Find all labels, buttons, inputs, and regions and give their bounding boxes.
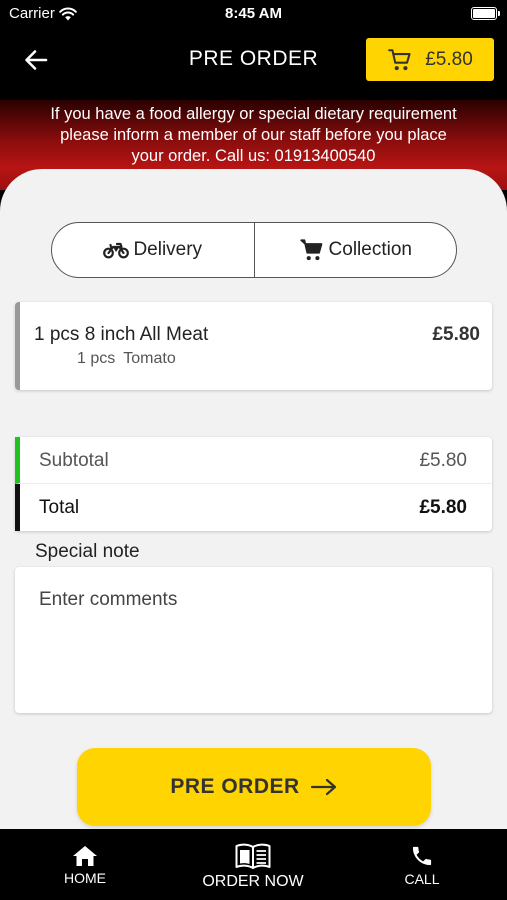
header: PRE ORDER £5.80 (0, 28, 507, 94)
menu-book-icon (235, 843, 271, 869)
cart-button[interactable]: £5.80 (366, 38, 494, 81)
main-content: Delivery Collection 1 pcs 8 inch All Mea… (0, 169, 507, 829)
cart-icon (299, 239, 322, 261)
bottom-tab-bar: HOME ORDER NOW CALL (0, 829, 507, 900)
arrow-left-icon (25, 50, 48, 70)
total-label: Total (39, 497, 80, 518)
allergy-line-1: If you have a food allergy or special di… (50, 105, 457, 123)
total-row: Total £5.80 (15, 484, 492, 531)
home-icon (73, 846, 97, 866)
order-item-extra-name: Tomato (123, 350, 176, 367)
tab-call-label: CALL (404, 871, 440, 887)
fulfillment-toggle: Delivery Collection (51, 222, 457, 278)
allergy-line-3: your order. Call us: 01913400540 (131, 147, 376, 165)
comments-input[interactable] (15, 567, 492, 713)
delivery-option[interactable]: Delivery (52, 223, 254, 277)
battery-icon (471, 7, 500, 20)
subtotal-row: Subtotal £5.80 (15, 437, 492, 484)
tab-home[interactable]: HOME (50, 829, 120, 900)
motorbike-icon (103, 242, 130, 259)
collection-option[interactable]: Collection (253, 223, 457, 277)
tab-order-now[interactable]: ORDER NOW (188, 829, 318, 900)
total-value: £5.80 (419, 497, 467, 518)
arrow-right-icon (310, 778, 336, 796)
pre-order-button[interactable]: PRE ORDER (77, 748, 431, 826)
special-note-box (15, 567, 492, 713)
order-item-card[interactable]: 1 pcs 8 inch All Meat £5.80 1 pcs Tomato (15, 302, 492, 390)
tab-home-label: HOME (64, 870, 106, 886)
subtotal-value: £5.80 (419, 450, 467, 471)
back-button[interactable] (20, 44, 52, 76)
cart-icon (388, 48, 411, 70)
order-item-price: £5.80 (432, 324, 480, 345)
allergy-line-2: please inform a member of our staff befo… (60, 126, 447, 144)
tab-order-now-label: ORDER NOW (202, 873, 304, 890)
cart-total: £5.80 (425, 48, 473, 70)
collection-label: Collection (328, 239, 412, 260)
order-item-name: 1 pcs 8 inch All Meat (34, 324, 209, 345)
status-time: 8:45 AM (225, 5, 282, 22)
totals-card: Subtotal £5.80 Total £5.80 (15, 437, 492, 531)
subtotal-label: Subtotal (39, 450, 109, 471)
delivery-label: Delivery (133, 239, 203, 260)
special-note-label: Special note (35, 541, 140, 562)
order-item-extra-qty: 1 pcs (77, 350, 116, 367)
tab-call[interactable]: CALL (387, 829, 457, 900)
pre-order-label: PRE ORDER (170, 775, 300, 798)
order-item-extra: 1 pcs Tomato (77, 350, 176, 368)
status-bar: Carrier 8:45 AM (0, 0, 507, 28)
phone-icon (412, 846, 432, 866)
